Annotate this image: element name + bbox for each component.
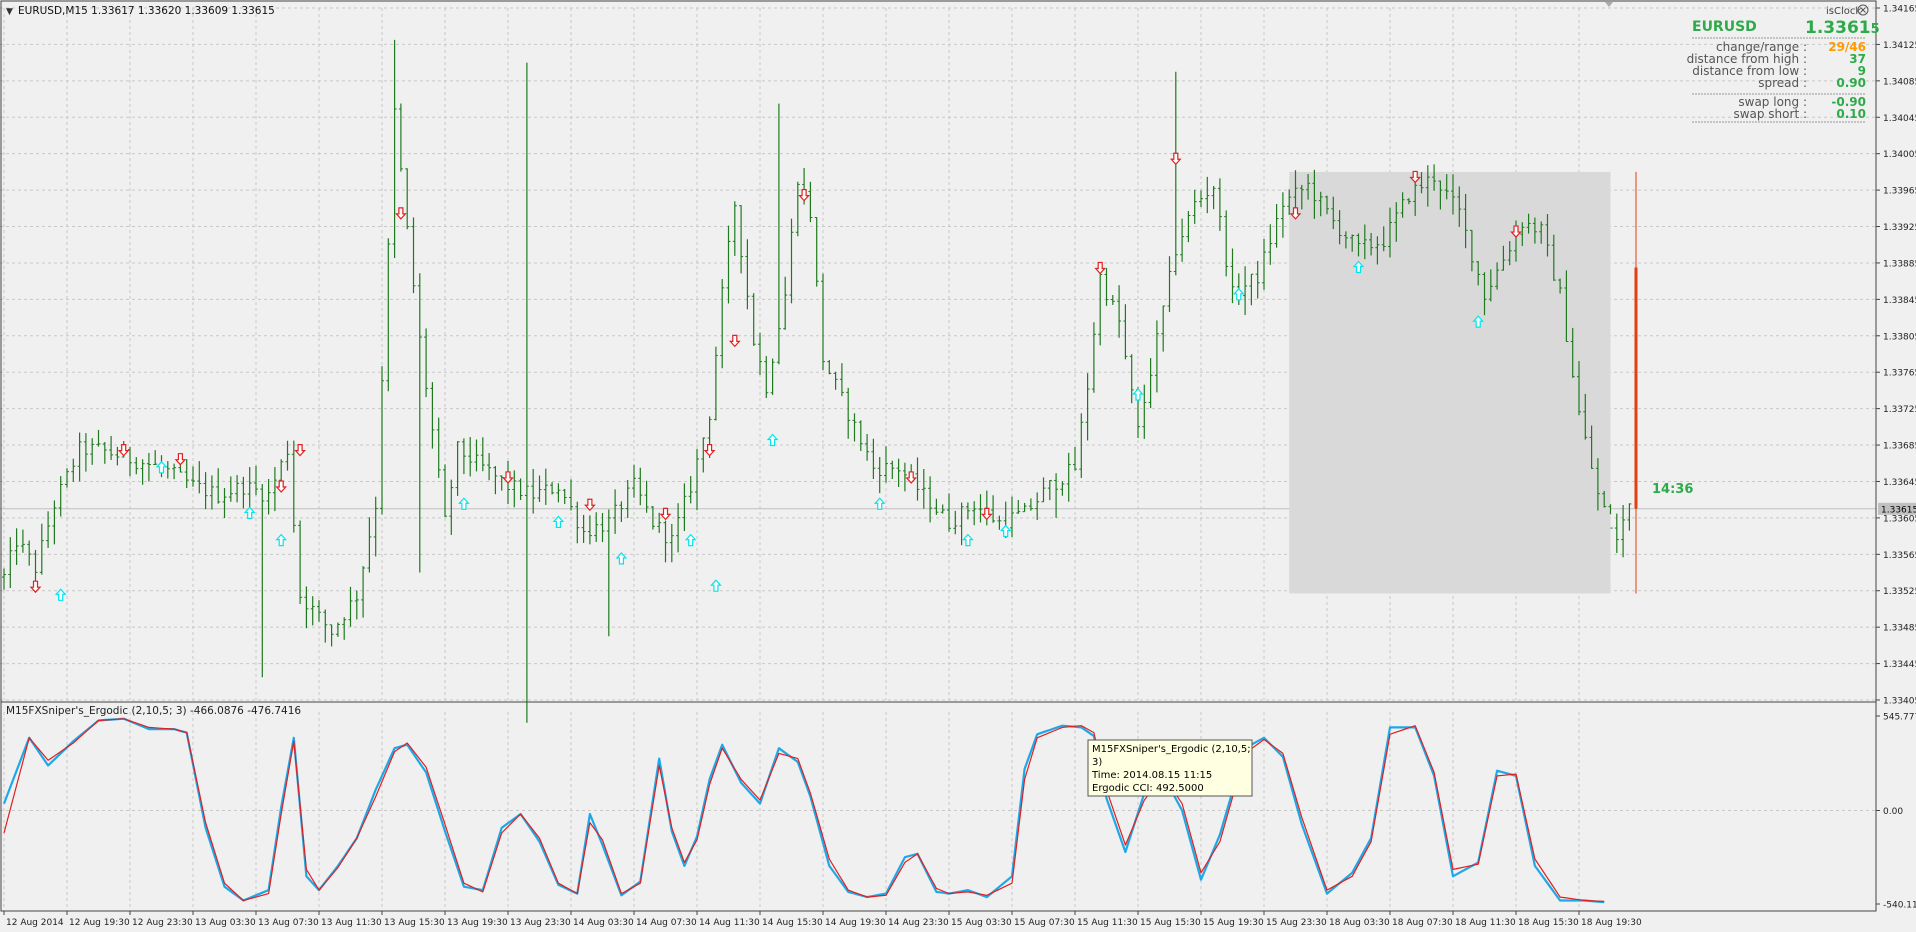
current-price-label: 1.33615 bbox=[1881, 505, 1916, 515]
x-tick-label: 14 Aug 03:30 bbox=[573, 918, 634, 928]
x-tick-label: 13 Aug 03:30 bbox=[195, 918, 256, 928]
isclock-symbol: EURUSD bbox=[1692, 19, 1757, 35]
y-tick-label: 1.33845 bbox=[1883, 296, 1916, 306]
y-tick-label: 1.33645 bbox=[1883, 478, 1916, 488]
x-tick-label: 13 Aug 11:30 bbox=[321, 918, 382, 928]
symbol-header: EURUSD,M15 1.33617 1.33620 1.33609 1.336… bbox=[18, 5, 275, 17]
x-tick-label: 15 Aug 19:30 bbox=[1203, 918, 1264, 928]
range-box bbox=[1289, 171, 1611, 594]
y-tick-label: 1.33965 bbox=[1883, 187, 1916, 197]
x-tick-label: 13 Aug 07:30 bbox=[258, 918, 319, 928]
x-tick-label: 12 Aug 23:30 bbox=[132, 918, 193, 928]
isclock-row-value: 0.90 bbox=[1836, 76, 1866, 90]
x-tick-label: 15 Aug 07:30 bbox=[1014, 918, 1075, 928]
y-tick-label: 1.33885 bbox=[1883, 259, 1916, 269]
bar-countdown: 14:36 bbox=[1652, 482, 1693, 497]
x-tick-label: 13 Aug 19:30 bbox=[447, 918, 508, 928]
indicator-y-tick-label: 0.00 bbox=[1883, 807, 1903, 817]
indicator-y-tick-label: 545.7772 bbox=[1883, 713, 1916, 723]
y-tick-label: 1.33525 bbox=[1883, 587, 1916, 597]
isclock-price-last-digit: 5 bbox=[1871, 22, 1880, 37]
isclock-row-label: spread : bbox=[1758, 76, 1807, 90]
x-tick-label: 14 Aug 07:30 bbox=[636, 918, 697, 928]
y-tick-label: 1.34005 bbox=[1883, 150, 1916, 160]
x-tick-label: 15 Aug 11:30 bbox=[1077, 918, 1138, 928]
y-tick-label: 1.33565 bbox=[1883, 551, 1916, 561]
x-tick-label: 14 Aug 23:30 bbox=[888, 918, 949, 928]
y-tick-label: 1.33765 bbox=[1883, 369, 1916, 379]
isclock-row-value: 0.10 bbox=[1836, 107, 1866, 121]
isclock-label: isClock bbox=[1826, 6, 1861, 17]
y-tick-label: 1.34165 bbox=[1883, 5, 1916, 15]
y-tick-label: 1.34045 bbox=[1883, 114, 1916, 124]
y-tick-label: 1.33725 bbox=[1883, 405, 1916, 415]
tooltip-line-1: M15FXSniper's_Ergodic (2,10,5; bbox=[1092, 744, 1251, 755]
x-tick-label: 15 Aug 03:30 bbox=[951, 918, 1012, 928]
x-tick-label: 12 Aug 2014 bbox=[6, 918, 64, 928]
y-tick-label: 1.33445 bbox=[1883, 660, 1916, 670]
symbol-menu-icon[interactable]: ▼ bbox=[6, 7, 13, 17]
x-tick-label: 18 Aug 11:30 bbox=[1455, 918, 1516, 928]
x-tick-label: 15 Aug 15:30 bbox=[1140, 918, 1201, 928]
x-tick-label: 18 Aug 15:30 bbox=[1518, 918, 1579, 928]
indicator-tooltip: M15FXSniper's_Ergodic (2,10,5; 3) Time: … bbox=[1087, 739, 1253, 797]
indicator-y-tick-label: -540.114 bbox=[1883, 901, 1916, 911]
price-chart-svg[interactable]: 1.34165 1.34125 1.34085 1.34045 1.34005 1.339… bbox=[0, 0, 1916, 932]
y-tick-label: 1.33485 bbox=[1883, 624, 1916, 634]
y-tick-label: 1.34085 bbox=[1883, 77, 1916, 87]
y-tick-label: 1.33925 bbox=[1883, 223, 1916, 233]
chart-window[interactable]: 1.34165 1.34125 1.34085 1.34045 1.34005 1.339… bbox=[0, 0, 1916, 932]
x-tick-label: 15 Aug 23:30 bbox=[1266, 918, 1327, 928]
x-tick-label: 13 Aug 23:30 bbox=[510, 918, 571, 928]
x-tick-label: 18 Aug 19:30 bbox=[1581, 918, 1642, 928]
y-tick-label: 1.34125 bbox=[1883, 41, 1916, 51]
x-tick-label: 12 Aug 19:30 bbox=[69, 918, 130, 928]
x-tick-label: 14 Aug 15:30 bbox=[762, 918, 823, 928]
isclock-price-main: 1.3361 bbox=[1805, 18, 1871, 38]
tooltip-line-3: Time: 2014.08.15 11:15 bbox=[1091, 770, 1212, 781]
x-tick-label: 18 Aug 03:30 bbox=[1329, 918, 1390, 928]
x-tick-label: 13 Aug 15:30 bbox=[384, 918, 445, 928]
tooltip-line-2: 3) bbox=[1092, 757, 1102, 768]
isclock-price: 1.33615 bbox=[1805, 18, 1880, 38]
isclock-row-label: swap short : bbox=[1733, 107, 1807, 121]
y-tick-label: 1.33605 bbox=[1883, 514, 1916, 524]
y-tick-label: 1.33405 bbox=[1883, 697, 1916, 707]
y-tick-label: 1.33685 bbox=[1883, 442, 1916, 452]
indicator-header: M15FXSniper's_Ergodic (2,10,5; 3) -466.0… bbox=[6, 705, 301, 717]
x-tick-label: 14 Aug 11:30 bbox=[699, 918, 760, 928]
x-tick-label: 14 Aug 19:30 bbox=[825, 918, 886, 928]
x-tick-label: 18 Aug 07:30 bbox=[1392, 918, 1453, 928]
y-tick-label: 1.33805 bbox=[1883, 332, 1916, 342]
tooltip-line-4: Ergodic CCI: 492.5000 bbox=[1092, 783, 1204, 794]
